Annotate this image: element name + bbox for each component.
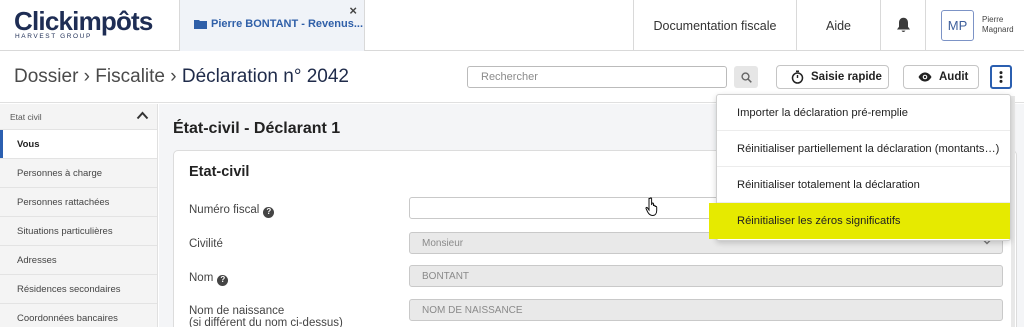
nom-label-text: Nom (189, 272, 214, 284)
sidebar-item-personnes-a-charge[interactable]: Personnes à charge (0, 159, 157, 188)
search-icon (740, 71, 752, 83)
saisie-rapide-button[interactable]: Saisie rapide (776, 65, 889, 89)
sidebar-item-residences-secondaires[interactable]: Résidences secondaires (0, 275, 157, 304)
hand-cursor-icon (645, 197, 658, 217)
actions-dropdown-menu: Importer la déclaration pré-remplie Réin… (709, 94, 1011, 241)
breadcrumb-fiscalite[interactable]: Fiscalite (95, 66, 165, 87)
breadcrumb-separator: › (78, 66, 96, 87)
scrollbar[interactable] (1011, 96, 1015, 327)
numero-fiscal-label-text: Numéro fiscal (189, 204, 260, 216)
search-button[interactable] (734, 66, 758, 88)
menu-item-reinitialiser-zeros[interactable]: Réinitialiser les zéros significatifs (709, 203, 1010, 239)
sidebar-section-label: Etat civil (10, 111, 42, 122)
nav-documentation-fiscale[interactable]: Documentation fiscale (633, 0, 796, 51)
breadcrumb-current: Déclaration n° 2042 (181, 66, 349, 87)
nom-field[interactable]: BONTANT (409, 265, 1003, 287)
stopwatch-icon (791, 70, 804, 84)
nom-label: Nom? (189, 272, 229, 286)
user-first-name: Pierre (982, 15, 1004, 24)
chevron-up-icon[interactable] (136, 111, 149, 120)
tab-label: Pierre BONTANT - Revenus... (211, 18, 363, 30)
audit-label: Audit (939, 71, 969, 83)
page-title: État-civil - Déclarant 1 (173, 120, 341, 137)
sidebar-section-header[interactable]: Etat civil (0, 104, 157, 130)
nav-aide[interactable]: Aide (796, 0, 880, 51)
nom-naissance-label-line1: Nom de naissance (189, 305, 285, 317)
saisie-rapide-label: Saisie rapide (811, 71, 882, 83)
breadcrumb-separator: › (164, 66, 182, 87)
breadcrumb-dossier[interactable]: Dossier (14, 66, 78, 87)
avatar[interactable]: MP (941, 10, 974, 41)
eye-icon (918, 72, 932, 82)
sidebar-item-adresses[interactable]: Adresses (0, 246, 157, 275)
notifications-button[interactable] (880, 0, 926, 51)
help-icon[interactable]: ? (217, 274, 229, 286)
menu-item-reinitialiser-partiellement[interactable]: Réinitialiser partiellement la déclarati… (717, 131, 1010, 167)
folder-icon (194, 20, 207, 29)
card-title: Etat-civil (189, 164, 250, 180)
bell-icon (896, 17, 910, 32)
sidebar-item-situations-particulieres[interactable]: Situations particulières (0, 217, 157, 246)
user-name[interactable]: Pierre Magnard (982, 15, 1014, 35)
civilite-label: Civilité (189, 238, 223, 250)
sidebar-item-coordonnees-bancaires[interactable]: Coordonnées bancaires (0, 304, 157, 327)
top-bar: Clickimpôts HARVEST GROUP Pierre BONTANT… (0, 0, 1024, 51)
audit-button[interactable]: Audit (903, 65, 979, 89)
civilite-value: Monsieur (422, 237, 464, 249)
sidebar: Etat civil Vous Personnes à charge Perso… (0, 104, 158, 327)
sidebar-item-vous[interactable]: Vous (0, 130, 157, 159)
menu-item-reinitialiser-totalement[interactable]: Réinitialiser totalement la déclaration (717, 167, 1010, 203)
user-last-name: Magnard (982, 25, 1014, 34)
logo-text: Clickimpôts (14, 6, 153, 36)
nom-naissance-field[interactable]: NOM DE NAISSANCE (409, 299, 1003, 321)
nom-naissance-label: Nom de naissance (si différent du nom ci… (189, 305, 343, 327)
app-logo[interactable]: Clickimpôts HARVEST GROUP (14, 7, 153, 40)
search-input[interactable] (467, 66, 727, 88)
menu-item-importer[interactable]: Importer la déclaration pré-remplie (717, 95, 1010, 131)
more-options-button[interactable] (990, 65, 1012, 89)
kebab-menu-icon (999, 71, 1003, 83)
numero-fiscal-label: Numéro fiscal? (189, 204, 275, 218)
nom-naissance-label-line2: (si différent du nom ci-dessus) (189, 317, 343, 327)
breadcrumb: Dossier › Fiscalite › Déclaration n° 204… (14, 66, 349, 88)
help-icon[interactable]: ? (263, 206, 275, 218)
close-icon[interactable]: × (349, 3, 357, 18)
tab-dossier[interactable]: Pierre BONTANT - Revenus... × (179, 0, 365, 51)
sidebar-item-personnes-rattachees[interactable]: Personnes rattachées (0, 188, 157, 217)
